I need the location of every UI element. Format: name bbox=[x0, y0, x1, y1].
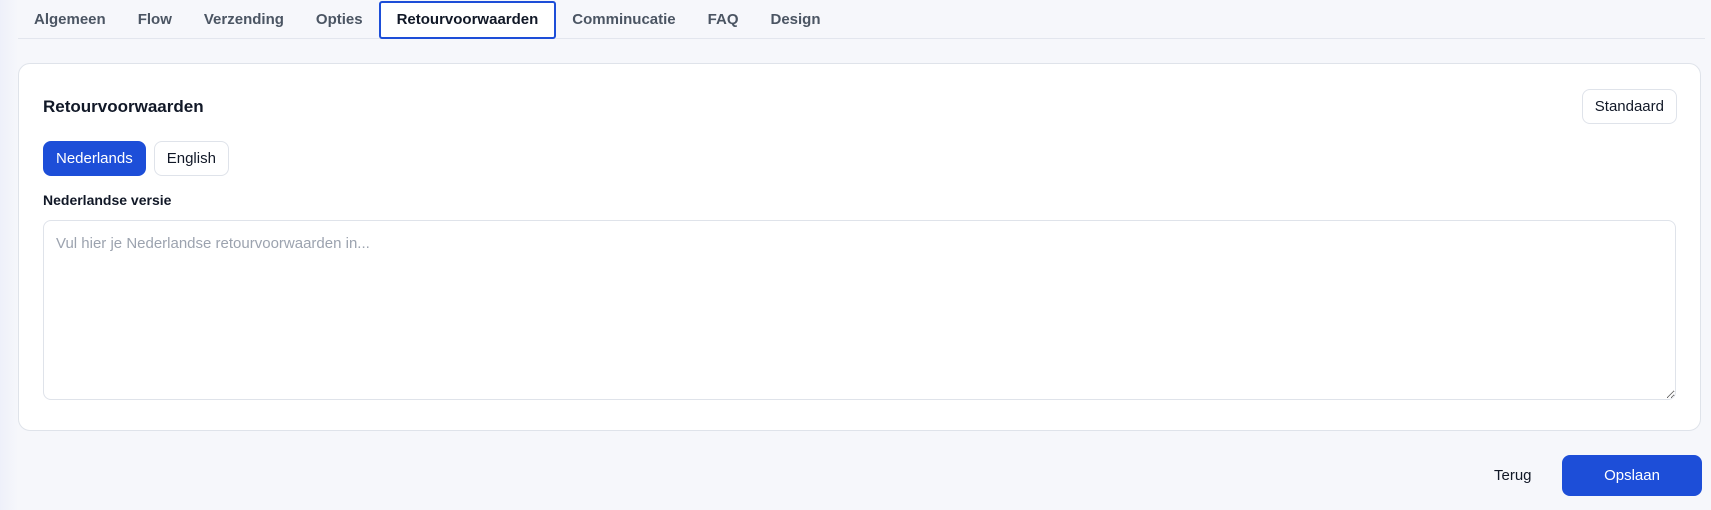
left-edge-strip bbox=[0, 0, 18, 510]
save-button[interactable]: Opslaan bbox=[1562, 455, 1702, 496]
card-title: Retourvoorwaarden bbox=[43, 97, 204, 116]
back-button[interactable]: Terug bbox=[1480, 455, 1546, 495]
standard-button[interactable]: Standaard bbox=[1581, 89, 1677, 124]
tab-flow[interactable]: Flow bbox=[122, 0, 188, 39]
language-english-button[interactable]: English bbox=[153, 141, 229, 176]
tab-design[interactable]: Design bbox=[755, 0, 837, 39]
settings-tab-bar: Algemeen Flow Verzending Opties Retourvo… bbox=[18, 0, 1705, 39]
dutch-version-label: Nederlandse versie bbox=[43, 192, 172, 208]
language-switcher: Nederlands English bbox=[43, 141, 229, 176]
return-policy-card: Retourvoorwaarden Standaard Nederlands E… bbox=[18, 63, 1701, 431]
dutch-return-policy-textarea[interactable] bbox=[43, 220, 1676, 400]
tab-comminucatie[interactable]: Comminucatie bbox=[556, 0, 691, 39]
tab-retourvoorwaarden[interactable]: Retourvoorwaarden bbox=[378, 0, 557, 39]
tab-verzending[interactable]: Verzending bbox=[188, 0, 300, 39]
tab-algemeen[interactable]: Algemeen bbox=[18, 0, 122, 39]
tab-opties[interactable]: Opties bbox=[300, 0, 379, 39]
tab-faq[interactable]: FAQ bbox=[692, 0, 755, 39]
language-nederlands-button[interactable]: Nederlands bbox=[43, 141, 146, 176]
